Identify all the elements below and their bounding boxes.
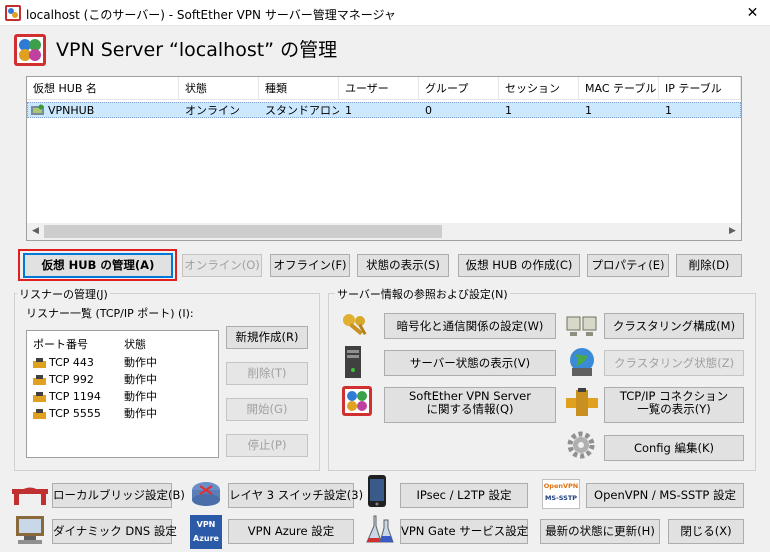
scroll-left-icon[interactable]: ◀	[27, 223, 44, 240]
list-item[interactable]: TCP 1194 動作中	[27, 389, 218, 405]
local-bridge-button[interactable]: ローカルブリッジ設定(B)	[52, 483, 185, 508]
horizontal-scrollbar[interactable]: ◀ ▶	[27, 223, 741, 240]
listener-group-title: リスナーの管理(J)	[17, 286, 110, 302]
users-cell: 1	[345, 104, 352, 117]
delete-listener-button[interactable]: 削除(T)	[226, 362, 308, 385]
stop-listener-button[interactable]: 停止(P)	[226, 434, 308, 457]
openvpn-sstp-button[interactable]: OpenVPN / MS-SSTP 設定	[586, 483, 744, 508]
ip-table-cell: 1	[665, 104, 672, 117]
online-button[interactable]: オンライン(O)	[182, 254, 262, 277]
type-cell: スタンドアロン	[265, 104, 339, 117]
port-icon	[33, 358, 46, 368]
hub-name-cell: VPNHUB	[48, 104, 95, 117]
window-title: localhost (このサーバー) - SoftEther VPN サーバー管…	[26, 8, 396, 22]
gear-icon	[567, 431, 595, 459]
softether-logo-icon	[342, 386, 372, 416]
close-window-button[interactable]: ✕	[735, 0, 770, 26]
server-logo-icon	[14, 34, 46, 66]
column-header[interactable]: ユーザー	[339, 77, 419, 100]
vpn-azure-button[interactable]: VPN Azure 設定	[228, 519, 354, 544]
groups-cell: 0	[425, 104, 432, 117]
cluster-icon	[566, 316, 597, 336]
tcp-connections-button[interactable]: TCP/IP コネクション 一覧の表示(Y)	[604, 387, 744, 423]
column-header[interactable]: セッション	[499, 77, 579, 100]
new-listener-button[interactable]: 新規作成(R)	[226, 326, 308, 349]
vpn-gate-button[interactable]: VPN Gate サービス設定	[400, 519, 528, 544]
mac-table-cell: 1	[585, 104, 592, 117]
smartphone-icon	[368, 475, 386, 507]
start-listener-button[interactable]: 開始(G)	[226, 398, 308, 421]
router-icon	[192, 482, 220, 506]
column-header[interactable]: 仮想 HUB 名	[27, 77, 179, 100]
port-icon	[33, 409, 46, 419]
column-header[interactable]: MAC テーブル	[579, 77, 659, 100]
keys-icon	[343, 314, 367, 336]
port-icon	[33, 375, 46, 385]
column-header[interactable]: 状態	[179, 77, 259, 100]
server-info-group-title: サーバー情報の参照および設定(N)	[335, 286, 510, 302]
manage-hub-button[interactable]: 仮想 HUB の管理(A)	[23, 253, 173, 278]
table-row[interactable]: VPNHUB オンライン スタンドアロン 1 0 1 1 1	[27, 102, 741, 118]
computer-icon	[16, 516, 44, 544]
openvpn-badge: OpenVPN MS-SSTP	[542, 479, 580, 509]
page-title: VPN Server “localhost” の管理	[56, 39, 338, 61]
bridge-icon	[12, 487, 48, 505]
encryption-settings-button[interactable]: 暗号化と通信関係の設定(W)	[384, 313, 556, 339]
dynamic-dns-button[interactable]: ダイナミック DNS 設定	[52, 519, 177, 544]
scroll-right-icon[interactable]: ▶	[724, 223, 741, 240]
title-bar[interactable]: localhost (このサーバー) - SoftEther VPN サーバー管…	[0, 0, 770, 26]
cluster-status-button[interactable]: クラスタリング状態(Z)	[604, 350, 744, 376]
listener-list[interactable]: ポート番号 状態 TCP 443 動作中 TCP 992 動作中 TCP 119…	[26, 330, 219, 458]
flask-icon	[366, 515, 394, 543]
list-item[interactable]: TCP 443 動作中	[27, 355, 218, 371]
delete-hub-button[interactable]: 削除(D)	[676, 254, 742, 277]
refresh-button[interactable]: 最新の状態に更新(H)	[540, 519, 660, 544]
sessions-cell: 1	[505, 104, 512, 117]
list-item[interactable]: TCP 5555 動作中	[27, 406, 218, 422]
layer3-switch-button[interactable]: レイヤ 3 スイッチ設定(3)	[228, 483, 363, 508]
scroll-thumb[interactable]	[44, 225, 442, 238]
column-header[interactable]: ポート番号	[33, 336, 88, 352]
config-edit-button[interactable]: Config 編集(K)	[604, 435, 744, 461]
server-status-button[interactable]: サーバー状態の表示(V)	[384, 350, 556, 376]
globe-laptop-icon	[570, 348, 594, 376]
ipsec-button[interactable]: IPsec / L2TP 設定	[400, 483, 528, 508]
column-header[interactable]: IP テーブル	[659, 77, 741, 100]
status-cell: オンライン	[185, 104, 240, 117]
column-header[interactable]: 種類	[259, 77, 339, 100]
list-item[interactable]: TCP 992 動作中	[27, 372, 218, 388]
column-header[interactable]: 状態	[124, 336, 146, 352]
about-server-button[interactable]: SoftEther VPN Server に関する情報(Q)	[384, 387, 556, 423]
status-button[interactable]: 状態の表示(S)	[357, 254, 449, 277]
vpn-azure-badge: VPN Azure	[190, 515, 222, 549]
app-icon	[5, 5, 21, 21]
offline-button[interactable]: オフライン(F)	[270, 254, 350, 277]
close-button[interactable]: 閉じる(X)	[668, 519, 744, 544]
port-icon	[33, 392, 46, 402]
listener-list-label: リスナー一覧 (TCP/IP ポート) (I):	[26, 307, 194, 320]
cluster-config-button[interactable]: クラスタリング構成(M)	[604, 313, 744, 339]
pipe-connection-icon	[566, 388, 598, 416]
properties-button[interactable]: プロパティ(E)	[587, 254, 669, 277]
server-tower-icon	[345, 346, 361, 378]
create-hub-button[interactable]: 仮想 HUB の作成(C)	[458, 254, 580, 277]
hub-list[interactable]: 仮想 HUB 名 状態 種類 ユーザー グループ セッション MAC テーブル …	[26, 76, 742, 241]
column-header[interactable]: グループ	[419, 77, 499, 100]
